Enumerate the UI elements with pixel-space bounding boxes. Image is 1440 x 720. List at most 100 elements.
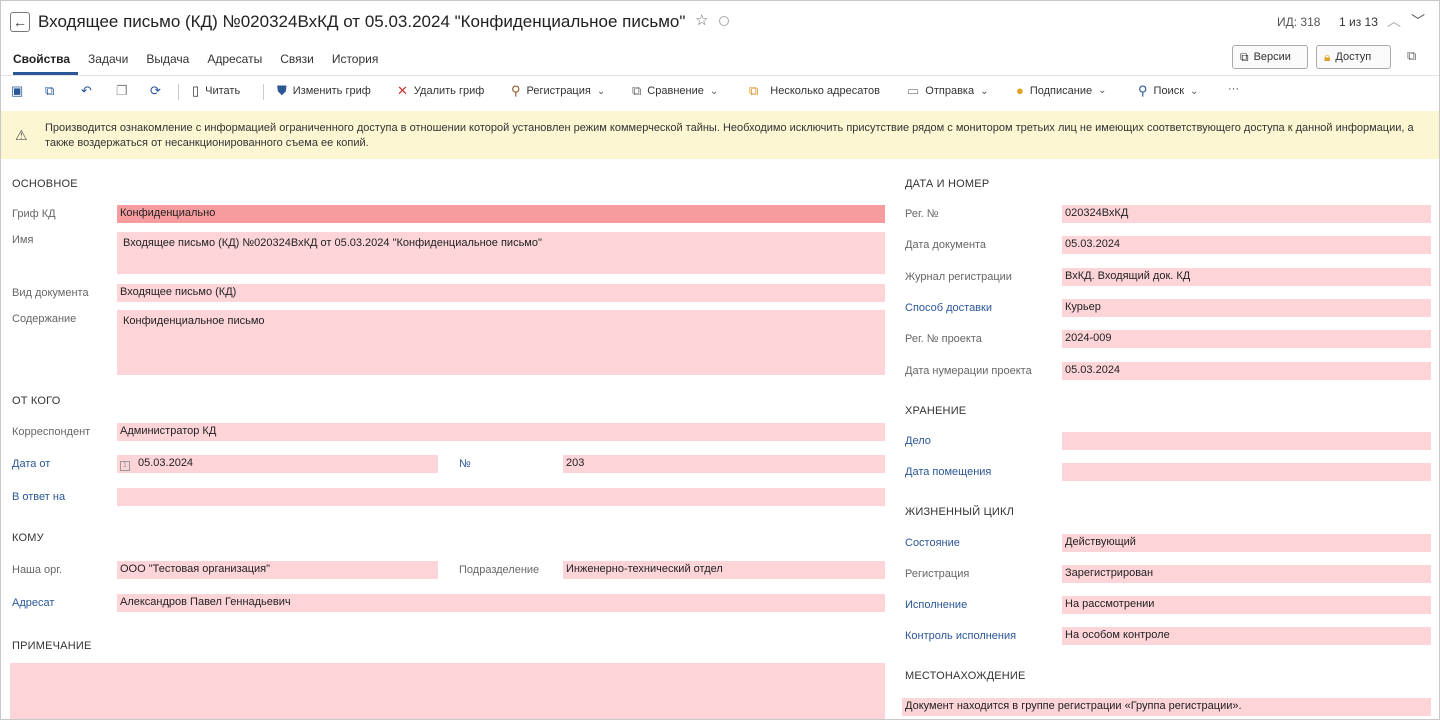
department-label: Подразделение [459, 564, 540, 576]
multi-addressees-button[interactable]: ⧉ Несколько адресатов [749, 83, 880, 99]
addressee-label[interactable]: Адресат [12, 597, 54, 609]
tab-links[interactable]: Связи [280, 51, 322, 75]
section-location-header: МЕСТОНАХОЖДЕНИЕ [905, 670, 1026, 682]
registration-dropdown[interactable]: ⚲ Регистрация ⌄ [511, 83, 605, 99]
save-as-icon[interactable]: ⧉ [45, 83, 60, 99]
placed-date-label[interactable]: Дата помещения [905, 466, 991, 478]
sign-dropdown[interactable]: ● Подписание ⌄ [1016, 83, 1107, 98]
section-to-header: КОМУ [12, 532, 44, 544]
case-label[interactable]: Дело [905, 435, 931, 447]
warning-icon: ⚠ [15, 127, 28, 143]
grif-label: Гриф КД [12, 208, 56, 220]
chevron-down-icon: ⌄ [1190, 85, 1199, 97]
stamp-icon: ⚲ [511, 83, 521, 98]
doc-date-field[interactable]: 05.03.2024 [1062, 236, 1431, 254]
content-label: Содержание [12, 313, 77, 325]
reply-to-field[interactable] [117, 488, 885, 506]
calendar-icon[interactable]: 1 [120, 461, 130, 471]
department-field[interactable]: Инженерно-технический отдел [563, 561, 885, 579]
compare-dropdown[interactable]: ⧉ Сравнение ⌄ [632, 83, 718, 99]
search-dropdown[interactable]: ⚲ Поиск ⌄ [1138, 83, 1198, 99]
execution-field[interactable]: На рассмотрении [1062, 596, 1431, 614]
section-lifecycle-header: ЖИЗНЕННЫЙ ЦИКЛ [905, 506, 1015, 518]
tab-properties[interactable]: Свойства [13, 51, 79, 75]
tab-bar: Свойства Задачи Выдача Адресаты Связи Ис… [13, 51, 396, 75]
note-field[interactable] [10, 663, 885, 719]
case-field[interactable] [1062, 432, 1431, 450]
book-icon: ▯ [192, 83, 200, 98]
reg-no-field[interactable]: 020324ВхКД [1062, 205, 1431, 223]
date-from-label[interactable]: Дата от [12, 458, 50, 470]
project-date-field[interactable]: 05.03.2024 [1062, 362, 1431, 380]
shield-icon: ⛊ [277, 83, 287, 98]
undo-icon[interactable]: ↶ [81, 83, 98, 99]
grif-field[interactable]: Конфиденциально [117, 205, 885, 223]
back-arrow-icon[interactable]: ← [10, 12, 30, 32]
our-org-label: Наша орг. [12, 564, 63, 576]
execution-label[interactable]: Исполнение [905, 599, 967, 611]
number-field[interactable]: 203 [563, 455, 885, 473]
doc-date-label: Дата документа [905, 239, 987, 251]
section-date-number-header: ДАТА И НОМЕР [905, 178, 990, 190]
send-icon: ▭ [907, 83, 920, 98]
correspondent-field[interactable]: Администратор КД [117, 423, 885, 441]
location-field: Документ находится в группе регистрации … [902, 698, 1431, 716]
tab-history[interactable]: История [332, 51, 387, 75]
toolbar-separator [263, 84, 264, 100]
date-from-field[interactable]: 1 05.03.2024 [117, 455, 438, 473]
tab-tasks[interactable]: Задачи [88, 51, 136, 75]
registration-label: Регистрация [905, 568, 970, 580]
registration-field[interactable]: Зарегистрирован [1062, 565, 1431, 583]
toolbar-separator [178, 84, 179, 100]
tab-issue[interactable]: Выдача [146, 51, 197, 75]
send-dropdown[interactable]: ▭ Отправка ⌄ [907, 83, 989, 99]
change-grif-button[interactable]: ⛊ Изменить гриф [277, 83, 371, 99]
number-label: № [459, 458, 471, 470]
state-field[interactable]: Действующий [1062, 534, 1431, 552]
placed-date-field[interactable] [1062, 463, 1431, 481]
tabs-divider [1, 75, 1439, 76]
delivery-field[interactable]: Курьер [1062, 299, 1431, 317]
save-icon[interactable]: ▣ [11, 83, 29, 99]
read-button[interactable]: ▯ Читать [192, 83, 240, 99]
state-label[interactable]: Состояние [905, 537, 960, 549]
chevron-up-icon[interactable]: ︿ [1387, 11, 1401, 31]
tab-addressees[interactable]: Адресаты [207, 51, 270, 75]
more-button[interactable]: ··· [1228, 83, 1239, 95]
copy-icon[interactable]: ❐ [116, 83, 134, 99]
journal-label: Журнал регистрации [905, 271, 1012, 283]
versions-icon: ⧉ [1240, 49, 1249, 64]
addressee-field[interactable]: Александров Павел Геннадьевич [117, 594, 885, 612]
doctype-field[interactable]: Входящее письмо (КД) [117, 284, 885, 302]
delivery-label[interactable]: Способ доставки [905, 302, 992, 314]
versions-button[interactable]: ⧉ Версии [1232, 45, 1308, 69]
doctype-label: Вид документа [12, 287, 89, 299]
open-external-icon[interactable]: ⧉ [1407, 48, 1416, 64]
chevron-down-icon: ⌄ [709, 85, 719, 97]
page-title: Входящее письмо (КД) №020324ВхКД от 05.0… [38, 12, 686, 31]
lock-icon: 🔒︎ [1324, 49, 1331, 64]
title-bar: ← Входящее письмо (КД) №020324ВхКД от 05… [1, 1, 1439, 43]
correspondent-label: Корреспондент [12, 426, 91, 438]
our-org-field[interactable]: ООО "Тестовая организация" [117, 561, 438, 579]
project-no-field[interactable]: 2024-009 [1062, 330, 1431, 348]
status-circle-icon[interactable] [719, 16, 729, 26]
journal-field[interactable]: ВхКД. Входящий док. КД [1062, 268, 1431, 286]
project-date-label: Дата нумерации проекта [905, 365, 1032, 377]
search-icon: ⚲ [1138, 83, 1148, 98]
name-field[interactable]: Входящее письмо (КД) №020324ВхКД от 05.0… [117, 232, 885, 274]
record-id: ИД: 318 [1277, 15, 1321, 29]
document-card: ← Входящее письмо (КД) №020324ВхКД от 05… [0, 0, 1440, 720]
star-icon[interactable]: ☆ [695, 11, 708, 29]
access-button[interactable]: 🔒︎ Доступ [1316, 45, 1391, 69]
delete-grif-button[interactable]: ✕ Удалить гриф [397, 83, 484, 99]
content-field[interactable]: Конфиденциальное письмо [117, 310, 885, 375]
execution-control-label[interactable]: Контроль исполнения [905, 630, 1016, 642]
chevron-down-icon: ⌄ [1098, 85, 1107, 96]
execution-control-field[interactable]: На особом контроле [1062, 627, 1431, 645]
chevron-down-icon[interactable]: ﹀ [1411, 11, 1425, 31]
reply-to-label[interactable]: В ответ на [12, 491, 65, 503]
refresh-icon[interactable]: ⟳ [150, 83, 167, 99]
addressees-icon: ⧉ [749, 83, 759, 98]
section-main-header: ОСНОВНОЕ [12, 178, 78, 190]
